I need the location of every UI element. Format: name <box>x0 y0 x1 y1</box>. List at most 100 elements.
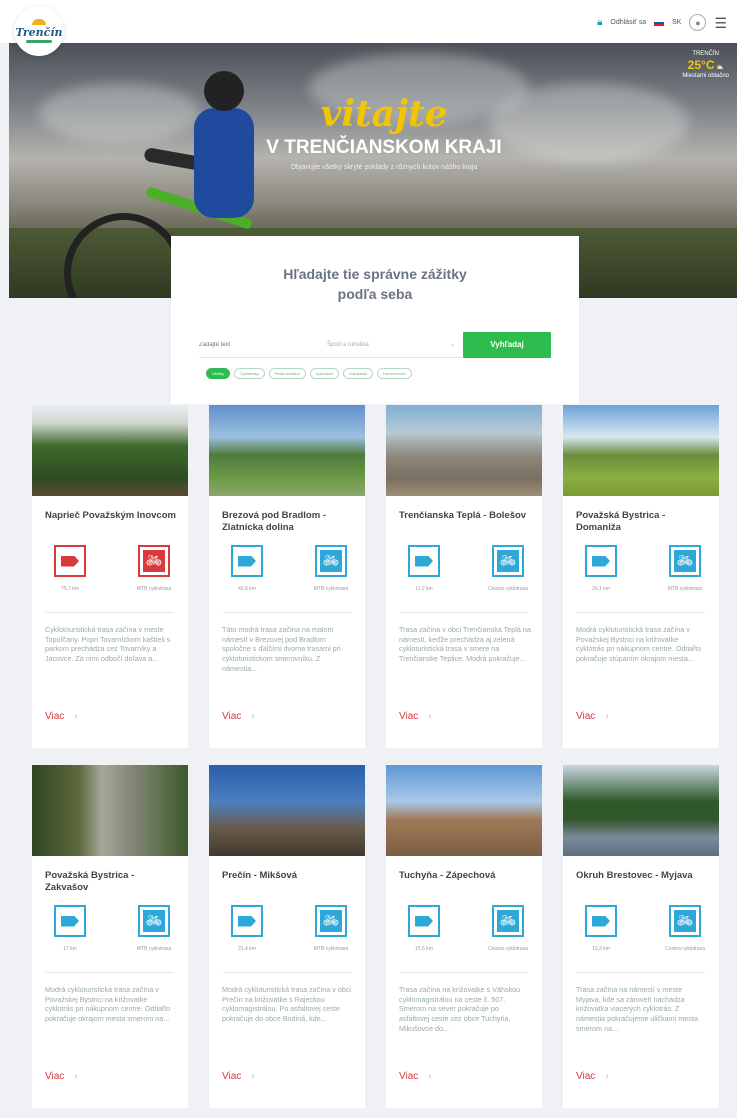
route-card[interactable]: Považská Bystrica - Zakvašov 17 km 🚲︎ MT… <box>32 765 188 1108</box>
more-link-label: Viac <box>576 711 596 722</box>
hamburger-menu-icon[interactable]: ☰ <box>714 16 727 30</box>
more-link[interactable]: Viac › <box>45 1071 78 1082</box>
search-title: Hľadajte tie správne zážitky podľa seba <box>171 264 579 305</box>
route-type: MTB cyklotrasa <box>667 586 703 592</box>
route-badges: 21,4 km 🚲︎ MTB cyklotrasa <box>224 905 354 952</box>
language-label[interactable]: SK <box>672 19 681 26</box>
hero-title: V TRENČIANSKOM KRAJI <box>266 137 502 158</box>
search-title-line2: podľa seba <box>337 286 413 303</box>
route-distance: 17 km <box>63 946 77 952</box>
route-photo[interactable] <box>209 765 365 856</box>
route-distance: 42,8 km <box>238 586 256 592</box>
route-arrow-icon <box>61 915 79 927</box>
chevron-right-icon: › <box>251 711 255 722</box>
route-card[interactable]: Naprieč Považským Inovcom 75,7 km 🚲︎ MTB… <box>32 405 188 748</box>
distance-badge: 75,7 km <box>47 545 93 592</box>
site-logo[interactable]: Trenčín <box>14 6 64 56</box>
distance-badge: 26,1 km <box>578 545 624 592</box>
user-icon[interactable]: ● <box>689 14 707 31</box>
lock-icon: 🔒︎ <box>597 17 603 28</box>
category-select[interactable]: Šport a turistika ⌄ <box>319 341 463 349</box>
more-link[interactable]: Viac › <box>399 1071 432 1082</box>
route-title[interactable]: Považská Bystrica - Domaniža <box>576 510 711 535</box>
route-title[interactable]: Tuchyňa - Zápechová <box>399 870 534 882</box>
distance-badge: 11,2 km <box>401 545 447 592</box>
route-arrow-icon <box>592 915 610 927</box>
chevron-down-icon: ⌄ <box>449 342 455 348</box>
type-badge: 🚲︎ Cestná cyklotrasa <box>662 905 708 952</box>
hero-script-title: vitajte <box>320 93 448 135</box>
chevron-right-icon: › <box>428 1071 432 1082</box>
more-link[interactable]: Viac › <box>576 711 609 722</box>
search-input[interactable] <box>199 341 319 348</box>
bicycle-icon: 🚲︎ <box>674 550 696 572</box>
route-distance: 26,1 km <box>592 586 610 592</box>
route-card[interactable]: Trenčianska Teplá - Bolešov 11,2 km 🚲︎ C… <box>386 405 542 748</box>
route-card[interactable]: Tuchyňa - Zápechová 15,5 km 🚲︎ Cestná cy… <box>386 765 542 1108</box>
distance-badge: 15,5 km <box>401 905 447 952</box>
divider <box>223 972 351 973</box>
chevron-right-icon: › <box>605 1071 609 1082</box>
bicycle-icon: 🚲︎ <box>497 910 519 932</box>
route-description: Modrá cykloturistická trasa začína v Pov… <box>45 985 171 1024</box>
filter-chip[interactable]: Všetky <box>206 368 231 379</box>
route-arrow-icon <box>415 915 433 927</box>
route-photo[interactable] <box>563 405 719 496</box>
route-title[interactable]: Trenčianska Teplá - Bolešov <box>399 510 534 522</box>
route-card[interactable]: Prečín - Mikšová 21,4 km 🚲︎ MTB cyklotra… <box>209 765 365 1108</box>
more-link-label: Viac <box>399 1071 419 1082</box>
route-card[interactable]: Považská Bystrica - Domaniža 26,1 km 🚲︎ … <box>563 405 719 748</box>
route-card[interactable]: Brezová pod Bradlom - Zlatnícka dolina 4… <box>209 405 365 748</box>
bicycle-icon: 🚲︎ <box>674 910 696 932</box>
route-badges: 17 km 🚲︎ MTB cyklotrasa <box>47 905 177 952</box>
weather-widget: TRENČÍN 25°C ⛅ Miestami oblačno <box>682 51 729 80</box>
route-photo[interactable] <box>386 765 542 856</box>
more-link[interactable]: Viac › <box>576 1071 609 1082</box>
more-link[interactable]: Viac › <box>45 711 78 722</box>
filter-chips: Všetky Cyklotrasy Pešia turistika Lyžovanie… <box>206 368 413 379</box>
route-photo[interactable] <box>209 405 365 496</box>
filter-chip[interactable]: Horolezectvo <box>376 368 413 379</box>
divider <box>400 612 528 613</box>
logout-link[interactable]: Odhlásiť sa <box>610 19 646 26</box>
type-badge: 🚲︎ Cestná cyklotrasa <box>485 905 531 952</box>
distance-badge: 15,3 km <box>578 905 624 952</box>
more-link[interactable]: Viac › <box>399 711 432 722</box>
logo-wave-icon <box>26 40 52 43</box>
filter-chip[interactable]: Cyklotrasy <box>234 368 265 379</box>
type-badge: 🚲︎ MTB cyklotrasa <box>131 545 177 592</box>
route-card[interactable]: Okruh Brestovec - Myjava 15,3 km 🚲︎ Cest… <box>563 765 719 1108</box>
route-title[interactable]: Okruh Brestovec - Myjava <box>576 870 711 882</box>
route-type: MTB cyklotrasa <box>136 946 172 952</box>
route-badges: 15,5 km 🚲︎ Cestná cyklotrasa <box>401 905 531 952</box>
more-link[interactable]: Viac › <box>222 1071 255 1082</box>
route-description: Trasa začína na námestí v meste Myjava, … <box>576 985 698 1033</box>
chevron-right-icon: › <box>74 711 78 722</box>
route-type: MTB cyklotrasa <box>136 586 172 592</box>
route-photo[interactable] <box>563 765 719 856</box>
route-description: Modrá cykloturistická trasa začína v Pov… <box>576 625 702 664</box>
route-arrow-icon <box>238 915 256 927</box>
distance-badge: 42,8 km <box>224 545 270 592</box>
route-type: Cestná cyklotrasa <box>488 586 528 592</box>
type-badge: 🚲︎ Cestná cyklotrasa <box>485 545 531 592</box>
route-title[interactable]: Naprieč Považským Inovcom <box>45 510 180 522</box>
route-photo[interactable] <box>32 405 188 496</box>
filter-chip[interactable]: Lyžovanie <box>309 368 340 379</box>
route-title[interactable]: Brezová pod Bradlom - Zlatnícka dolina <box>222 510 357 535</box>
bicycle-icon: 🚲︎ <box>320 550 342 572</box>
route-photo[interactable] <box>386 405 542 496</box>
route-arrow-icon <box>238 555 256 567</box>
more-link-label: Viac <box>576 1071 596 1082</box>
route-photo[interactable] <box>32 765 188 856</box>
search-button[interactable]: Vyhľadaj <box>463 331 551 358</box>
chevron-right-icon: › <box>605 711 609 722</box>
route-title[interactable]: Prečín - Mikšová <box>222 870 357 882</box>
more-link[interactable]: Viac › <box>222 711 255 722</box>
route-title[interactable]: Považská Bystrica - Zakvašov <box>45 870 180 895</box>
filter-chip[interactable]: Pešia turistika <box>268 368 306 379</box>
hero-subtitle: Objavujte všetky skryté poklady z rôznyc… <box>290 164 478 171</box>
flag-sk-icon[interactable] <box>654 19 665 26</box>
route-type: Cestná cyklotrasa <box>665 946 705 952</box>
filter-chip[interactable]: Kúpaliská <box>343 368 373 379</box>
